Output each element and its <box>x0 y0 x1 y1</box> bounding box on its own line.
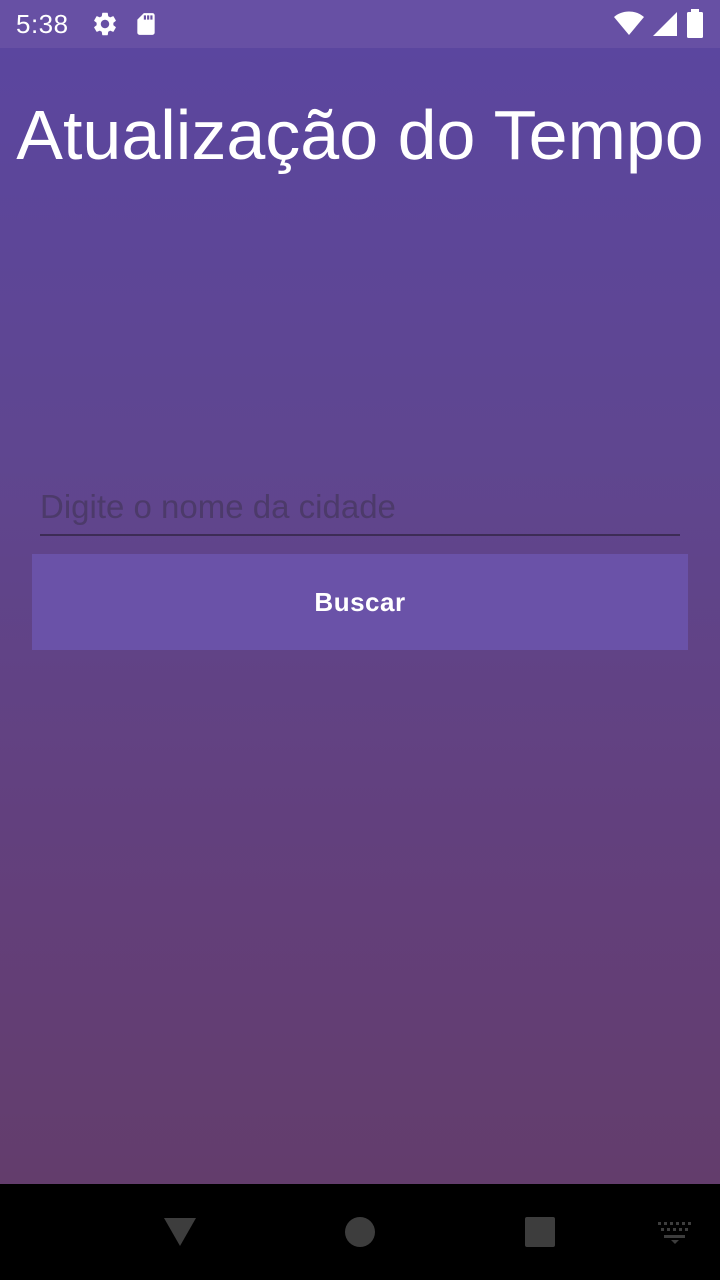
status-bar: 5:38 <box>0 0 720 48</box>
recents-button[interactable] <box>508 1184 572 1280</box>
city-input[interactable] <box>40 480 680 536</box>
back-button[interactable] <box>148 1184 212 1280</box>
status-time: 5:38 <box>16 8 69 39</box>
sd-card-icon <box>133 10 159 38</box>
app-area: Atualização do Tempo Buscar <box>0 48 720 1184</box>
keyboard-icon <box>658 1220 692 1244</box>
home-button[interactable] <box>328 1184 392 1280</box>
battery-icon <box>686 9 704 39</box>
status-left-icons <box>91 10 159 38</box>
wifi-icon <box>614 11 644 37</box>
home-icon <box>344 1216 376 1248</box>
settings-icon <box>91 10 119 38</box>
back-icon <box>163 1217 197 1247</box>
status-right-icons <box>614 9 704 39</box>
search-button[interactable]: Buscar <box>32 554 688 650</box>
page-title: Atualização do Tempo <box>16 96 704 174</box>
keyboard-button[interactable] <box>650 1184 700 1280</box>
signal-icon <box>652 11 678 37</box>
recents-icon <box>524 1216 556 1248</box>
nav-bar <box>0 1184 720 1280</box>
